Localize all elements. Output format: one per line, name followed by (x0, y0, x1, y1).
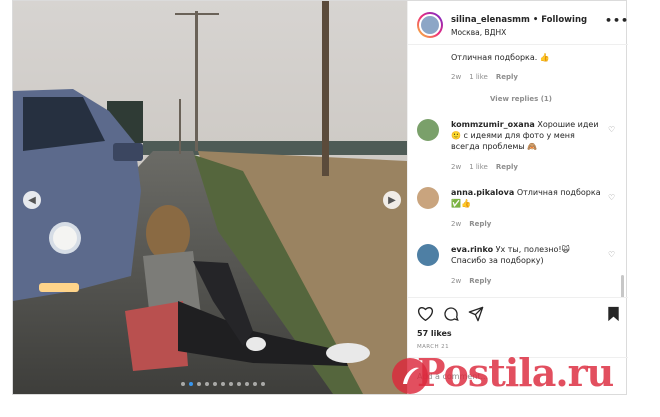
chevron-left-icon: ◀ (28, 194, 36, 206)
comment-likes[interactable]: 1 like (469, 73, 488, 81)
carousel-dot (245, 382, 249, 386)
bookmark-icon[interactable] (607, 306, 620, 322)
post-sidebar: silina_elenasmm • Following Москва, ВДНХ… (407, 1, 628, 394)
reply-button[interactable]: Reply (496, 163, 518, 171)
comment-likes[interactable]: 1 like (469, 163, 488, 171)
carousel-dot (237, 382, 241, 386)
like-comment-icon[interactable]: ♡ (608, 250, 615, 259)
commenter-avatar[interactable] (417, 244, 439, 266)
comments-scrollbar[interactable] (621, 275, 624, 297)
reply-button[interactable]: Reply (469, 277, 491, 285)
commenter-username[interactable]: kommzumir_oxana (451, 120, 535, 129)
likes-count[interactable]: 57 likes (417, 329, 452, 338)
author-line: silina_elenasmm • Following (451, 15, 587, 25)
commenter-username[interactable]: eva.rinko (451, 245, 493, 254)
commenter-avatar[interactable] (417, 187, 439, 209)
follow-status[interactable]: • Following (533, 15, 587, 25)
photo-scene (13, 1, 407, 394)
carousel-next-button[interactable]: ▶ (383, 191, 401, 209)
comment-text: Отличная подборка. 👍 (451, 53, 550, 62)
comments-list: Отличная подборка. 👍 2w 1 like Reply View … (408, 45, 628, 297)
share-icon[interactable] (468, 306, 484, 322)
carousel-dot (229, 382, 233, 386)
carousel-dot (253, 382, 257, 386)
like-comment-icon[interactable]: ♡ (608, 125, 615, 134)
post-photo[interactable]: ◀ ▶ (13, 1, 407, 394)
post-actions: 57 likes MARCH 21 (408, 297, 628, 357)
comment-item: kommzumir_oxana Хорошие идеи 🙂 с идеями … (451, 119, 601, 152)
comment-time: 2w (451, 220, 462, 228)
author-avatar[interactable] (417, 12, 443, 38)
commenter-avatar[interactable] (417, 119, 439, 141)
comment-time: 2w (451, 163, 462, 171)
comment-time: 2w (451, 73, 462, 81)
heart-icon[interactable] (417, 306, 434, 321)
like-comment-icon[interactable]: ♡ (608, 193, 615, 202)
post-location[interactable]: Москва, ВДНХ (451, 28, 506, 37)
view-replies-button[interactable]: View replies (1) (490, 95, 552, 103)
carousel-prev-button[interactable]: ◀ (23, 191, 41, 209)
comment-item: eva.rinko Ух ты, полезно!🙀 Спасибо за по… (451, 244, 601, 266)
carousel-dot (181, 382, 185, 386)
post-header: silina_elenasmm • Following Москва, ВДНХ… (408, 1, 628, 45)
comment-icon[interactable] (443, 306, 459, 322)
commenter-username[interactable]: anna.pikalova (451, 188, 514, 197)
carousel-dot (197, 382, 201, 386)
carousel-dots (181, 382, 265, 386)
carousel-dot (261, 382, 265, 386)
chevron-right-icon: ▶ (388, 194, 396, 206)
reply-button[interactable]: Reply (496, 73, 518, 81)
author-username[interactable]: silina_elenasmm (451, 15, 530, 25)
comment-meta: 2w Reply (451, 277, 499, 285)
comment-meta: 2w Reply (451, 220, 499, 228)
carousel-dot (221, 382, 225, 386)
carousel-dot (213, 382, 217, 386)
watermark-text: Postila.ru (417, 350, 614, 395)
comment-time: 2w (451, 277, 462, 285)
reply-button[interactable]: Reply (469, 220, 491, 228)
more-options-button[interactable]: ••• (605, 14, 629, 27)
carousel-dot (205, 382, 209, 386)
comment-item: anna.pikalova Отличная подборка ✅👍 (451, 187, 601, 209)
carousel-dot (189, 382, 193, 386)
comment-meta: 2w 1 like Reply (451, 73, 526, 81)
comment-meta: 2w 1 like Reply (451, 163, 526, 171)
instagram-post: ◀ ▶ silina_elenasmm • Following Москва, … (12, 0, 628, 395)
